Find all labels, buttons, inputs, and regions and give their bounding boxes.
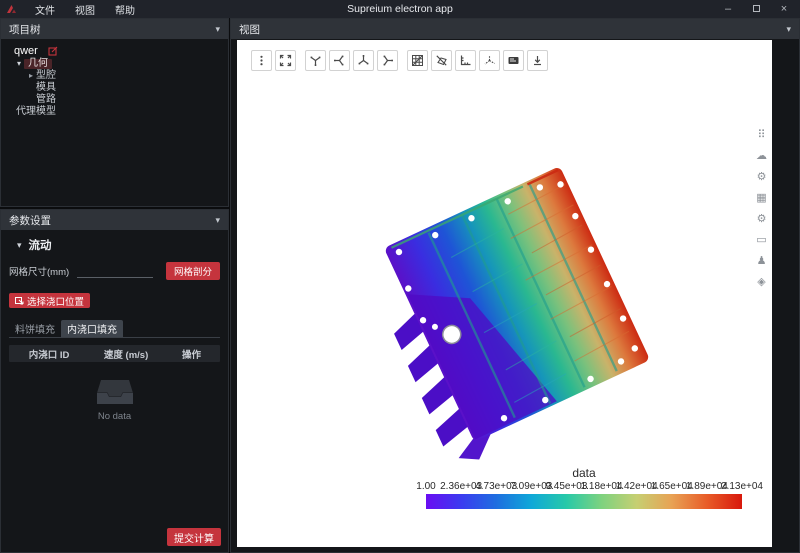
flow-section-label: 流动 [29,237,52,253]
viewport-toolbar [251,50,548,71]
params-body: ▾ 流动 网格尺寸(mm) 网格剖分 选择浇口位置 料饼填充 内浇口填充 内浇口… [1,230,228,552]
caret-down-icon[interactable]: ▾ [17,59,21,69]
flow-section[interactable]: ▾ 流动 [9,237,220,253]
layout-grid-icon[interactable]: ▦ [756,191,766,204]
menu-file[interactable]: 文件 [25,2,65,17]
tree-item-piping-label: 管路 [36,95,56,105]
mesh-size-row: 网格尺寸(mm) 网格剖分 [9,262,220,280]
gear-icon[interactable]: ⚙ [757,170,767,183]
project-tree-title: 项目树 [9,22,41,37]
tree-item-proxy-model-label: 代理模型 [16,107,56,117]
mesh-size-label: 网格尺寸(mm) [9,264,69,278]
download-icon[interactable] [527,50,548,71]
minimize-button[interactable]: – [714,0,742,18]
project-tree: qwer ▾ 几何 ▸ 型腔 模具 管路 代理模型 [1,39,228,123]
tree-root-label: qwer [14,46,38,56]
tree-item-mold[interactable]: 模具 [5,83,224,93]
colorbar-gradient [426,494,742,509]
col-speed: 速度 (m/s) [89,347,163,361]
kebab-menu-icon[interactable] [251,50,272,71]
maximize-button[interactable] [742,0,770,18]
project-tree-panel: 项目树 ▾ qwer ▾ 几何 ▸ 型腔 模具 管路 [0,18,229,207]
edit-icon[interactable] [48,46,58,56]
menu-view[interactable]: 视图 [65,2,105,17]
legend-toggle-icon[interactable] [503,50,524,71]
colorbar-ticks: 1.002.36e+034.73e+037.09e+039.45e+031.18… [426,481,742,493]
axis-view-3-icon[interactable] [353,50,374,71]
maximize-icon [753,5,760,12]
close-button[interactable]: × [770,0,798,18]
menu-help[interactable]: 帮助 [105,2,145,17]
tree-item-geometry-label: 几何 [24,59,52,69]
hide-surface-icon[interactable] [431,50,452,71]
colorbar-tick: 1.00 [416,481,435,492]
viewport-header: 视图 ▾ [231,19,799,39]
empty-inbox-icon [96,379,134,405]
params-panel: 参数设置 ▾ ▾ 流动 网格尺寸(mm) 网格剖分 选择浇口位置 料饼填充 内浇… [0,209,229,553]
ingate-table-header: 内浇口 ID 速度 (m/s) 操作 [9,345,220,362]
box-icon[interactable]: ▭ [756,233,766,246]
colorbar-title: data [426,466,742,480]
viewport-title: 视图 [239,22,260,37]
side-icon-strip: ⠿ ☁ ⚙ ▦ ⚙ ▭ ♟ ◈ [756,128,767,288]
collapse-panel-icon[interactable]: ▾ [786,24,791,35]
viewport-panel: 视图 ▾ [230,18,800,553]
app-logo-icon [6,4,17,15]
window-title: Supreium electron app [347,3,453,15]
tree-item-piping[interactable]: 管路 [5,95,224,105]
fill-tabs: 料饼填充 内浇口填充 [9,320,220,338]
tree-item-cavity-label: 型腔 [36,71,56,81]
fit-view-icon[interactable] [275,50,296,71]
col-ingate-id: 内浇口 ID [9,347,89,361]
colorbar: data 1.002.36e+034.73e+037.09e+039.45e+0… [426,466,742,509]
diamond-icon[interactable]: ◈ [757,275,765,288]
mesh-size-input[interactable] [77,265,153,278]
tab-biscuit-fill[interactable]: 料饼填充 [9,320,61,337]
select-gate-label: 选择浇口位置 [27,294,84,308]
tab-ingate-fill[interactable]: 内浇口填充 [61,320,123,337]
axes-toggle-icon[interactable] [479,50,500,71]
tree-item-root[interactable]: qwer [5,44,224,57]
ruler-icon[interactable] [455,50,476,71]
caret-down-icon[interactable]: ▾ [17,240,22,251]
col-actions: 操作 [163,347,220,361]
tree-item-mold-label: 模具 [36,83,56,93]
tree-item-proxy-model[interactable]: 代理模型 [5,107,224,117]
params-header: 参数设置 ▾ [1,210,228,230]
model-render[interactable] [332,112,702,492]
mesh-divide-button[interactable]: 网格剖分 [166,262,220,280]
project-tree-header: 项目树 ▾ [1,19,228,39]
settings-gear-icon[interactable]: ⚙ [757,212,767,225]
titlebar: 文件 视图 帮助 Supreium electron app – × [0,0,800,18]
params-title: 参数设置 [9,213,51,228]
axis-view-1-icon[interactable] [305,50,326,71]
axis-view-4-icon[interactable] [377,50,398,71]
gate-picker-icon [15,296,24,305]
axis-view-2-icon[interactable] [329,50,350,71]
render-canvas[interactable]: ⠿ ☁ ⚙ ▦ ⚙ ▭ ♟ ◈ [237,40,772,547]
colorbar-tick: 2.13e+04 [721,481,763,492]
pin-icon[interactable]: ♟ [757,254,767,267]
mesh-toggle-icon[interactable] [407,50,428,71]
tree-item-geometry[interactable]: ▾ 几何 [5,59,224,69]
submit-calculation-button[interactable]: 提交计算 [167,528,221,546]
dots-grid-icon[interactable]: ⠿ [757,128,765,141]
collapse-panel-icon[interactable]: ▾ [215,24,220,35]
collapse-panel-icon[interactable]: ▾ [215,215,220,226]
caret-right-icon[interactable]: ▸ [29,71,33,81]
tree-item-cavity[interactable]: ▸ 型腔 [5,71,224,81]
empty-text: No data [98,411,131,422]
select-gate-button[interactable]: 选择浇口位置 [9,293,90,308]
app-window: 文件 视图 帮助 Supreium electron app – × 项目树 ▾… [0,0,800,553]
empty-state: No data [9,379,220,422]
cloud-icon[interactable]: ☁ [756,149,767,162]
